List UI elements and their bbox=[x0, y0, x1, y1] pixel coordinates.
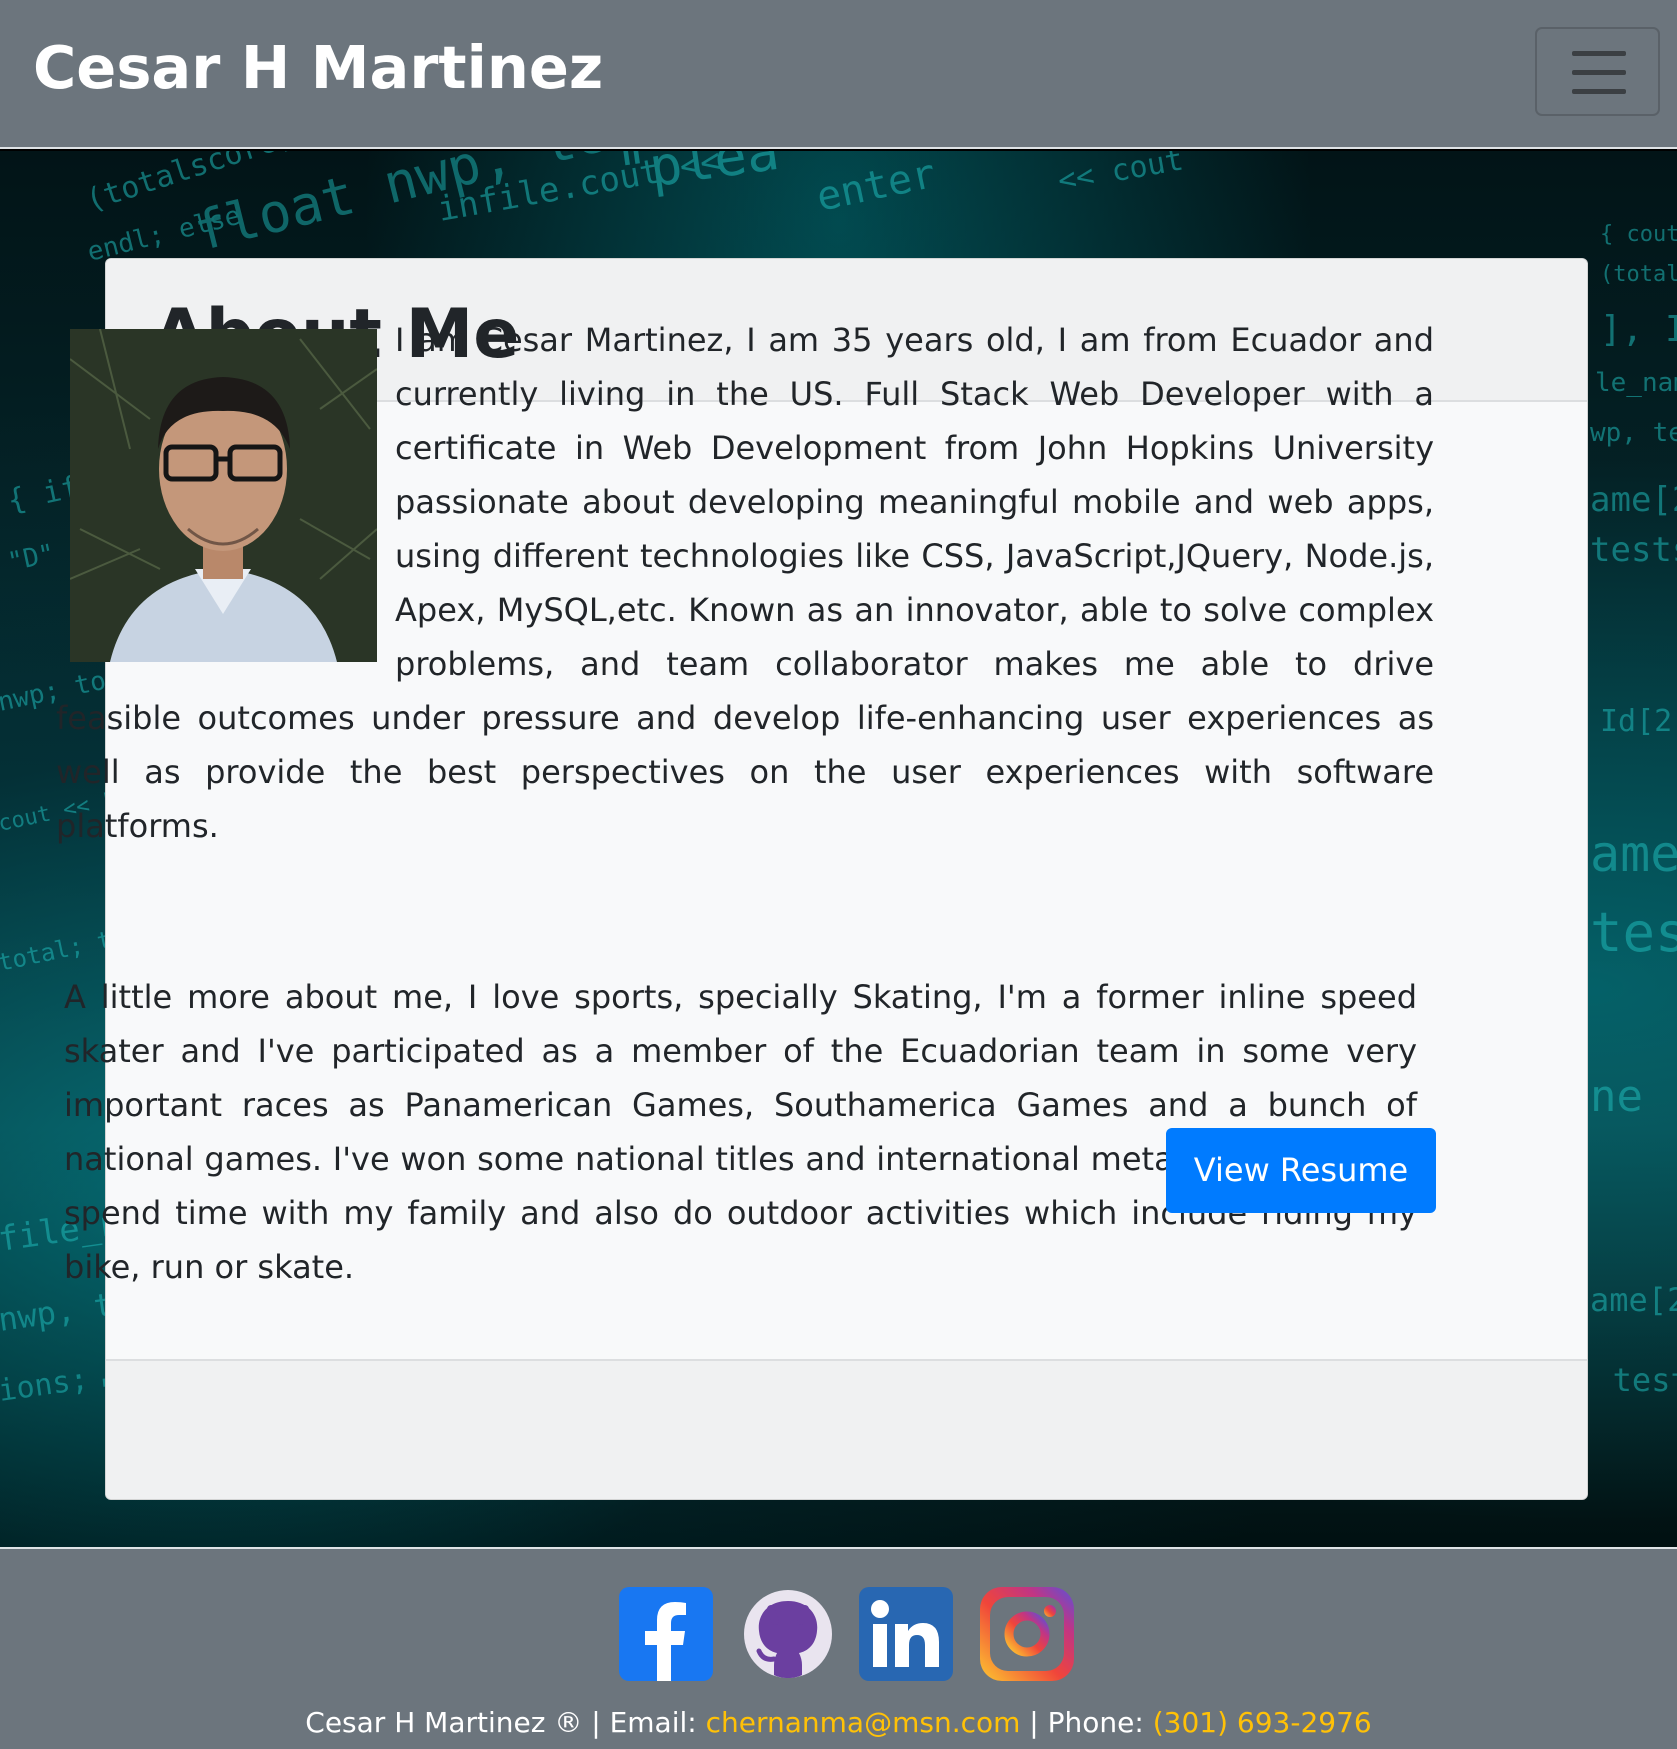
instagram-icon[interactable] bbox=[980, 1587, 1074, 1681]
view-resume-button[interactable]: View Resume bbox=[1166, 1128, 1436, 1213]
github-icon[interactable] bbox=[741, 1587, 835, 1681]
phone-label: Phone: bbox=[1047, 1706, 1144, 1739]
email-label: Email: bbox=[609, 1706, 697, 1739]
footer-contact-line: Cesar H Martinez ® | Email: chernanma@ms… bbox=[0, 1699, 1677, 1747]
footer-separator: | bbox=[1029, 1706, 1039, 1739]
svg-text:ame[21: ame[21 bbox=[1590, 480, 1677, 520]
bio-paragraph: I am Cesar Martinez, I am 35 years old, … bbox=[56, 313, 1434, 853]
svg-text:tests: tests bbox=[1590, 530, 1677, 570]
svg-text:enter: enter bbox=[813, 151, 940, 221]
navbar-toggler-button[interactable] bbox=[1535, 27, 1660, 116]
portrait-illustration bbox=[70, 329, 377, 662]
svg-text:], I: ], I bbox=[1600, 309, 1677, 350]
svg-text:"plea: "plea bbox=[613, 151, 783, 204]
footer: Cesar H Martinez ® | Email: chernanma@ms… bbox=[0, 1547, 1677, 1749]
navbar: Cesar H Martinez bbox=[0, 0, 1677, 149]
footer-owner: Cesar H Martinez ® bbox=[305, 1706, 583, 1739]
svg-text:ame[21: ame[21 bbox=[1590, 1281, 1677, 1319]
svg-text:test: test bbox=[1590, 901, 1677, 964]
svg-text:(total: (total bbox=[1600, 262, 1677, 287]
footer-separator: | bbox=[591, 1706, 601, 1739]
phone-link[interactable]: (301) 693-2976 bbox=[1153, 1706, 1372, 1739]
facebook-icon[interactable] bbox=[619, 1587, 713, 1681]
svg-text:ame[: ame[ bbox=[1590, 825, 1677, 883]
svg-text:<< cout: << cout bbox=[1055, 151, 1186, 199]
hamburger-menu-icon bbox=[1572, 51, 1626, 95]
card-footer bbox=[106, 1359, 1587, 1499]
email-link[interactable]: chernanma@msn.com bbox=[706, 1706, 1021, 1739]
svg-text:{ cout: { cout bbox=[1600, 222, 1677, 247]
profile-photo bbox=[70, 329, 377, 662]
svg-text:ne: ne bbox=[1590, 1071, 1643, 1122]
brand-link[interactable]: Cesar H Martinez bbox=[33, 28, 603, 108]
svg-text:wp, tes: wp, tes bbox=[1590, 418, 1677, 448]
linkedin-icon[interactable] bbox=[859, 1587, 953, 1681]
svg-text:le_name: le_name bbox=[1595, 368, 1677, 398]
svg-text:Id[2: Id[2 bbox=[1600, 704, 1672, 739]
